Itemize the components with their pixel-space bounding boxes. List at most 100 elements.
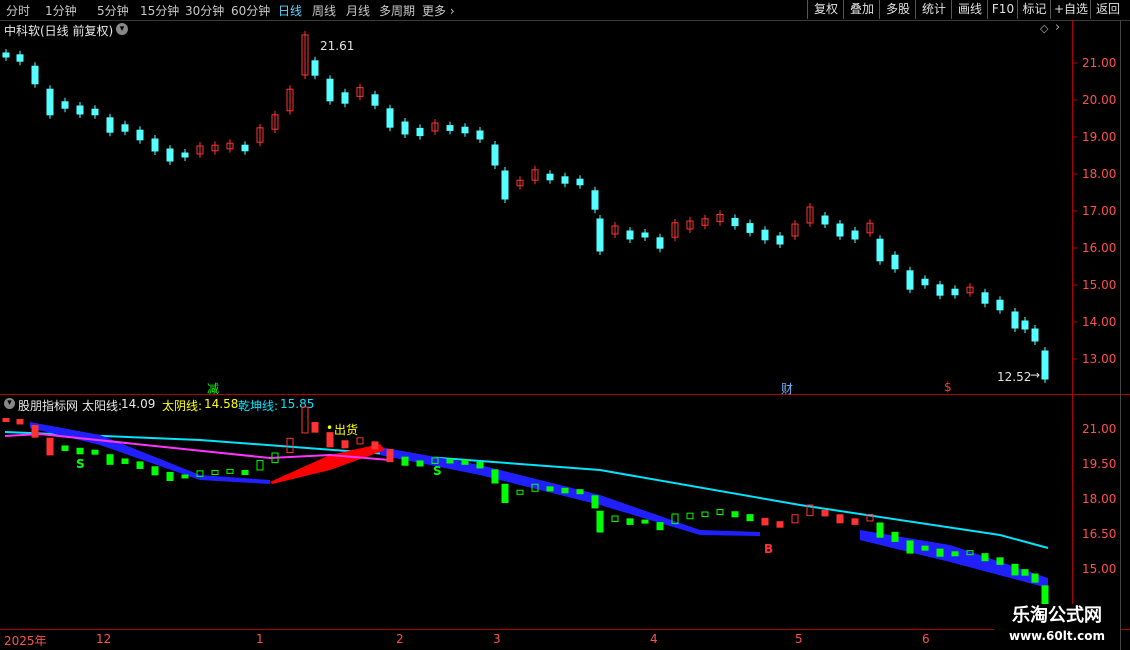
time-label-year: 2025年 (4, 634, 47, 648)
tf-monthly[interactable]: 月线 (346, 2, 370, 19)
indicator-candle (731, 511, 739, 518)
chevron-down-icon[interactable]: ▾ (116, 23, 128, 35)
multi-stock-button[interactable]: 多股 (879, 0, 916, 19)
price-axis-label: 19.00 (1082, 130, 1117, 144)
restore-rights-button[interactable]: 复权 (807, 0, 844, 19)
indicator-candle (516, 489, 524, 495)
candle (776, 235, 784, 245)
tf-15min[interactable]: 15分钟 (140, 2, 179, 19)
indicator-candle (371, 441, 379, 450)
candle (866, 222, 874, 234)
tf-intraday[interactable]: 分时 (6, 2, 30, 19)
indicator-candle (311, 422, 319, 433)
diamond-icon[interactable]: ◇ (1040, 22, 1048, 35)
watermark-url: www.60lt.com (1008, 629, 1106, 643)
candle (576, 178, 584, 186)
sell-signal-dot-icon: • (326, 421, 334, 435)
price-axis-label: 20.00 (1082, 93, 1117, 107)
indicator-candle (1021, 569, 1029, 576)
tf-5min[interactable]: 5分钟 (97, 2, 129, 19)
indicator-candle (121, 458, 129, 464)
candle (686, 220, 694, 230)
indicator-candle (561, 487, 569, 494)
indicator-candle (821, 509, 829, 517)
draw-line-button[interactable]: 画线 (951, 0, 988, 19)
time-label-apr: 4 (650, 632, 658, 646)
indicator-candle (271, 452, 279, 464)
indicator-candle (891, 531, 899, 542)
candle (891, 254, 899, 270)
tf-30min[interactable]: 30分钟 (185, 2, 224, 19)
reduce-marker[interactable]: 减 (207, 380, 219, 397)
indicator-candle (671, 513, 679, 525)
indicator-candle (921, 545, 929, 551)
candle (256, 127, 264, 143)
bear-band (860, 530, 1048, 588)
tf-weekly[interactable]: 周线 (312, 2, 336, 19)
chevron-right-icon[interactable]: › (1055, 20, 1060, 35)
indicator-candle (181, 474, 189, 479)
dividend-marker[interactable]: $ (944, 380, 952, 394)
time-label-jun: 6 (922, 632, 930, 646)
indicator-candle (431, 457, 439, 464)
candle (446, 125, 454, 131)
candle (226, 142, 234, 150)
price-axis-label: 21.00 (1082, 56, 1117, 70)
add-watchlist-button[interactable]: +自选 (1050, 0, 1091, 19)
indicator-candle (836, 514, 844, 524)
candle (311, 60, 319, 76)
kline-chart (0, 20, 1130, 650)
candle (271, 114, 279, 130)
indicator-candle (31, 424, 39, 438)
tf-daily[interactable]: 日线 (278, 2, 302, 19)
indicator-candle (966, 550, 974, 556)
indicator-candle (576, 489, 584, 495)
indicator-axis-label: 15.00 (1082, 562, 1117, 576)
signal-s-2: S (433, 464, 442, 478)
f10-button[interactable]: F10 (987, 0, 1018, 19)
signal-s-1: S (76, 457, 85, 471)
chevron-down-icon[interactable]: ▾ (4, 398, 15, 409)
price-axis-label: 15.00 (1082, 278, 1117, 292)
tf-multi-period[interactable]: 多周期 (379, 2, 415, 19)
mark-button[interactable]: 标记 (1017, 0, 1051, 19)
indicator-candle (951, 551, 959, 557)
price-axis-label: 18.00 (1082, 167, 1117, 181)
candle (196, 145, 204, 155)
tf-60min[interactable]: 60分钟 (231, 2, 270, 19)
indicator-candle (166, 471, 174, 481)
overlay-button[interactable]: 叠加 (843, 0, 880, 19)
indicator-candle (981, 553, 989, 562)
indicator-candle (196, 470, 204, 477)
candle (611, 225, 619, 235)
candle (1031, 328, 1039, 342)
finance-marker[interactable]: 财 (781, 380, 793, 397)
candle (626, 230, 634, 240)
candle (341, 92, 349, 104)
tf-1min[interactable]: 1分钟 (45, 2, 77, 19)
sun-line-value: 14.09 (121, 397, 156, 411)
tf-more[interactable]: 更多 › (422, 2, 455, 19)
candle (561, 176, 569, 184)
candle (591, 190, 599, 210)
candle (301, 34, 309, 76)
watermark-title: 乐淘公式网 (1012, 605, 1102, 626)
candle (641, 232, 649, 238)
back-button[interactable]: 返回 (1090, 0, 1125, 19)
candle (91, 108, 99, 116)
indicator-axis-label: 19.50 (1082, 457, 1117, 471)
candle (31, 65, 39, 85)
candle (2, 52, 10, 58)
candle (121, 124, 129, 132)
indicator-candle (386, 448, 394, 463)
indicator-candle (46, 437, 54, 456)
candle (46, 88, 54, 116)
candle (386, 108, 394, 128)
indicator-candle (446, 458, 454, 464)
indicator-candle (611, 515, 619, 523)
qiankun-line-value: 15.85 (280, 397, 315, 411)
statistics-button[interactable]: 统计 (915, 0, 952, 19)
indicator-candle (791, 514, 799, 524)
candle (746, 223, 754, 233)
indicator-candle (491, 469, 499, 484)
